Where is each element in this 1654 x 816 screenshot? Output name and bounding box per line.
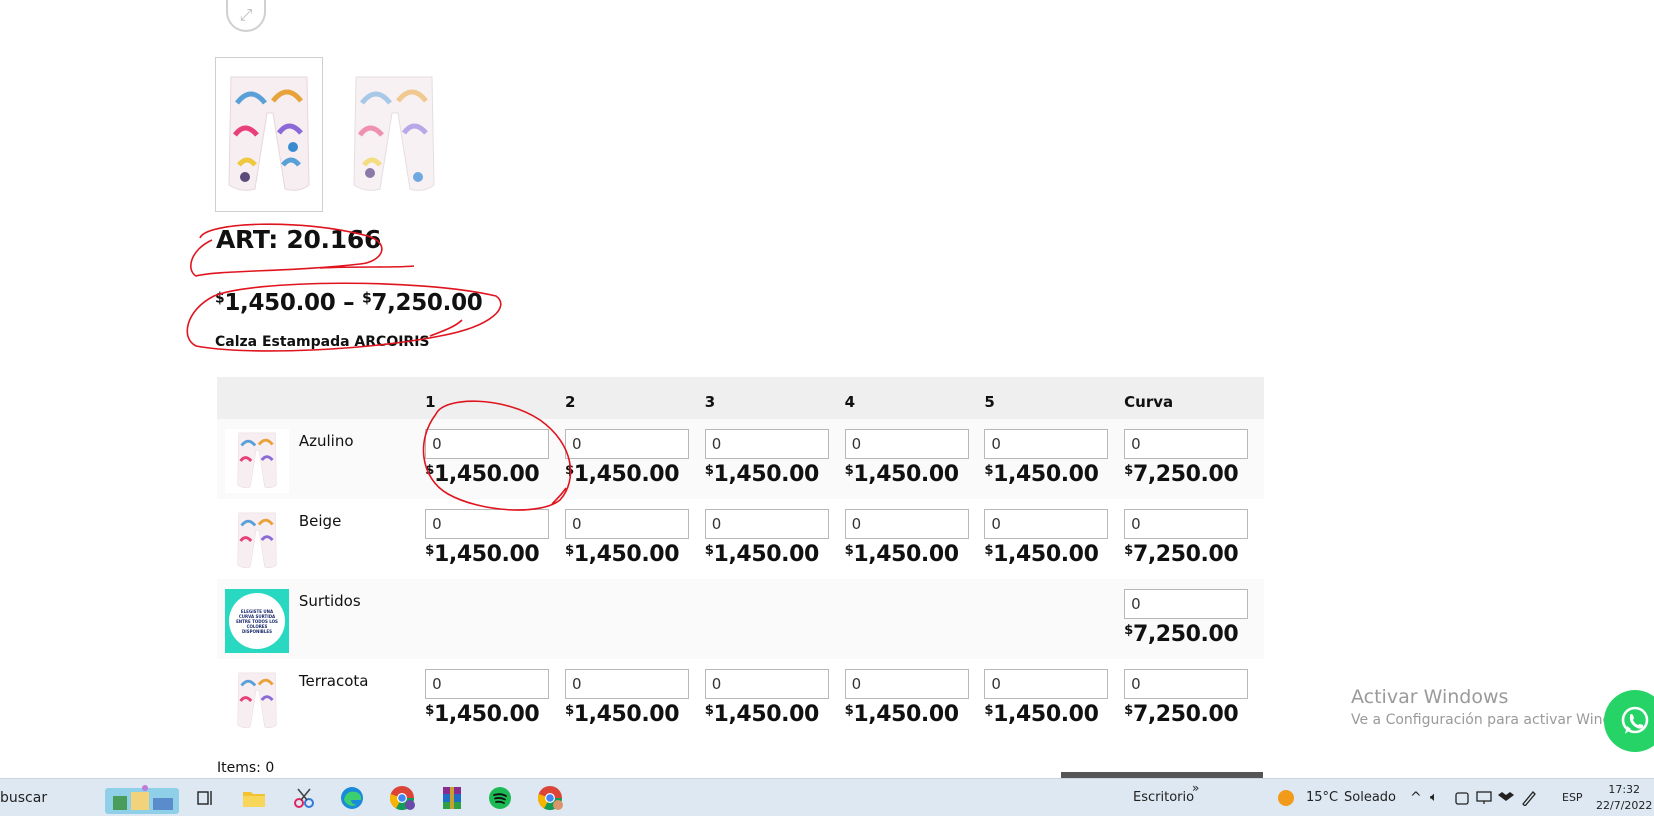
cell-price: $1,450.00 <box>984 462 1099 487</box>
file-explorer-icon[interactable] <box>234 779 274 816</box>
qty-input[interactable] <box>704 509 829 539</box>
variant-name: Beige <box>298 499 426 579</box>
product-description: Calza Estampada ARCOIRIS <box>215 334 430 350</box>
weather-temperature[interactable]: 15°C <box>1306 779 1338 816</box>
network-icon[interactable] <box>1474 779 1494 816</box>
cell-price: $1,450.00 <box>844 542 960 567</box>
qty-input[interactable] <box>984 429 1109 459</box>
sun-icon[interactable] <box>1274 779 1298 816</box>
qty-input[interactable] <box>564 509 689 539</box>
cell-price: $1,450.00 <box>564 542 680 567</box>
search-highlight-icon <box>104 779 180 816</box>
clock-time: 17:32 <box>1608 783 1641 796</box>
qty-input[interactable] <box>844 429 969 459</box>
task-view-icon[interactable] <box>186 779 226 816</box>
cell-price: $1,450.00 <box>564 702 680 727</box>
items-count: Items: 0 <box>217 760 275 776</box>
cell-price: $7,250.00 <box>1124 462 1239 487</box>
qty-input[interactable] <box>1124 429 1249 459</box>
variant-name: Surtidos <box>298 579 426 659</box>
variant-image <box>225 429 289 493</box>
qty-input[interactable] <box>704 429 829 459</box>
cell-price: $1,450.00 <box>425 702 540 727</box>
qty-input[interactable] <box>1124 509 1249 539</box>
leggings-image <box>228 76 310 191</box>
dropbox-icon[interactable] <box>1496 779 1516 816</box>
qty-input[interactable] <box>1124 669 1249 699</box>
cell-price: $1,450.00 <box>844 702 960 727</box>
clock-date: 22/7/2022 <box>1596 799 1653 812</box>
variant-name: Azulino <box>298 419 426 499</box>
snipping-icon[interactable] <box>284 779 324 816</box>
table-row: Beige $1,450.00 $1,450.00 $1,450.00 $1,4… <box>217 499 1264 579</box>
surtidos-image-text: ELEGISTE UNA CURVA SURTIDA ENTRE TODOS L… <box>229 593 285 649</box>
cell-price: $1,450.00 <box>564 462 680 487</box>
cell-price: $1,450.00 <box>984 542 1099 567</box>
header-curva: Curva <box>1124 377 1264 419</box>
cell-price: $7,250.00 <box>1124 702 1239 727</box>
product-title: ART: 20.166 <box>216 225 382 254</box>
header-size-1: 1 <box>425 377 565 419</box>
cell-price: $1,450.00 <box>984 702 1099 727</box>
product-page: ⤢ ART: 20.166 $1,450.00 – $7,250.00 Calz… <box>0 0 1654 816</box>
cell-price: $7,250.00 <box>1124 542 1239 567</box>
header-size-5: 5 <box>984 377 1125 419</box>
pen-icon[interactable] <box>1518 779 1540 816</box>
watermark-subtitle: Ve a Configuración para activar Windows. <box>1351 712 1644 728</box>
whatsapp-icon[interactable] <box>1604 690 1654 752</box>
taskbar-clock[interactable]: 17:32 22/7/2022 <box>1596 782 1652 814</box>
cell-price: $7,250.00 <box>1124 622 1239 647</box>
qty-input[interactable] <box>425 669 550 699</box>
qty-input[interactable] <box>704 669 829 699</box>
cell-price: $1,450.00 <box>704 702 820 727</box>
leggings-back-image <box>353 76 435 191</box>
volume-icon[interactable]: 🔈︎ <box>1430 779 1438 816</box>
table-row: ELEGISTE UNA CURVA SURTIDA ENTRE TODOS L… <box>217 579 1264 659</box>
chevron-up-icon[interactable]: ^ <box>1410 779 1422 816</box>
meet-now-icon[interactable] <box>1452 779 1472 816</box>
cell-price: $1,450.00 <box>425 542 540 567</box>
table-row: Terracota $1,450.00 $1,450.00 $1,450.00 … <box>217 659 1264 739</box>
gallery-thumbnail-1[interactable] <box>215 57 323 212</box>
variant-name: Terracota <box>298 659 426 739</box>
winrar-icon[interactable] <box>432 779 472 816</box>
header-size-3: 3 <box>704 377 845 419</box>
expand-icon[interactable]: ⤢ <box>226 0 266 32</box>
qty-input[interactable] <box>984 509 1109 539</box>
table-row: Azulino $1,450.00 $1,450.00 $1,450.00 $1… <box>217 419 1264 499</box>
grid-header-row: 1 2 3 4 5 Curva <box>217 377 1264 419</box>
qty-input[interactable] <box>1124 589 1249 619</box>
qty-input[interactable] <box>564 669 689 699</box>
header-size-4: 4 <box>844 377 985 419</box>
cell-price: $1,450.00 <box>844 462 960 487</box>
chrome-profile-icon[interactable] <box>530 779 570 816</box>
variation-grid: 1 2 3 4 5 Curva Azulino $1,450.00 $1,450… <box>217 377 1264 739</box>
chevron-right-icon[interactable]: » <box>1192 769 1199 807</box>
cell-price: $1,450.00 <box>425 462 540 487</box>
qty-input[interactable] <box>564 429 689 459</box>
header-size-2: 2 <box>564 377 705 419</box>
variant-image <box>225 509 289 573</box>
qty-input[interactable] <box>425 429 550 459</box>
edge-icon[interactable] <box>332 779 372 816</box>
language-indicator[interactable]: ESP <box>1562 779 1583 816</box>
surtidos-image: ELEGISTE UNA CURVA SURTIDA ENTRE TODOS L… <box>225 589 289 653</box>
chrome-icon[interactable] <box>382 779 422 816</box>
cell-price: $1,450.00 <box>704 542 820 567</box>
windows-taskbar: buscar Escritorio » 15°C Soleado ^ 🔈︎ ES… <box>0 778 1654 816</box>
spotify-icon[interactable] <box>480 779 520 816</box>
activate-windows-watermark: Activar Windows Ve a Configuración para … <box>1351 686 1643 728</box>
cell-price: $1,450.00 <box>704 462 820 487</box>
variant-image <box>225 669 289 733</box>
weather-description[interactable]: Soleado <box>1344 779 1396 816</box>
desktop-toolbar-label[interactable]: Escritorio <box>1133 779 1194 816</box>
qty-input[interactable] <box>844 669 969 699</box>
qty-input[interactable] <box>425 509 550 539</box>
watermark-title: Activar Windows <box>1351 686 1509 708</box>
qty-input[interactable] <box>984 669 1109 699</box>
gallery-thumbnail-2[interactable] <box>340 57 448 212</box>
price-range: $1,450.00 – $7,250.00 <box>215 290 483 316</box>
qty-input[interactable] <box>844 509 969 539</box>
